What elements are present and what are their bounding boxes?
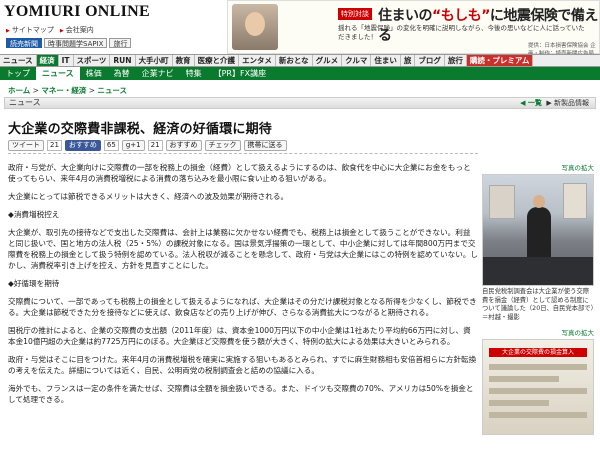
nav-gourmet[interactable]: グルメ bbox=[313, 55, 343, 66]
breadcrumb-money[interactable]: マネー・経済 bbox=[41, 86, 86, 95]
article-title: 大企業の交際費非課税、経済の好循環に期待 bbox=[8, 122, 273, 137]
nav-entame[interactable]: エンタメ bbox=[239, 55, 276, 66]
nav-news[interactable]: ニュース bbox=[0, 55, 37, 66]
infographic-row bbox=[489, 400, 549, 406]
paragraph: 政府・与党はそこに目をつけた。来年4月の消費税増税を確実に実施する狙いもあるとみ… bbox=[8, 355, 477, 375]
subheading: ◆好循環を期待 bbox=[8, 279, 60, 288]
yomiuri-shimbun-button[interactable]: 読売新聞 bbox=[6, 38, 42, 48]
nav-run[interactable]: RUN bbox=[110, 55, 136, 66]
site-logo[interactable]: YOMIURI ONLINE bbox=[4, 3, 150, 21]
sapix-button[interactable]: 時事問題学SAPIX bbox=[44, 38, 108, 48]
nav-blog[interactable]: ブログ bbox=[415, 55, 445, 66]
nav-housing[interactable]: 住まい bbox=[371, 55, 401, 66]
enlarge-photo-link[interactable]: 写真の拡大 bbox=[482, 162, 595, 172]
subnav-fx[interactable]: 為替 bbox=[108, 67, 136, 80]
section-label: ニュース bbox=[9, 98, 41, 107]
enlarge-chart-link[interactable]: 写真の拡大 bbox=[482, 327, 595, 337]
nav-ryoko[interactable]: 旅行 bbox=[445, 55, 467, 66]
subnav-fx-course[interactable]: 【PR】FX講座 bbox=[208, 67, 272, 80]
company-link[interactable]: 会社案内 bbox=[60, 25, 94, 35]
gplus-count: 21 bbox=[147, 140, 163, 151]
ad-subtext: 揺れる「地震保険」の変化を明確に説明しながら、今後の思いなどに人に話っていただき… bbox=[338, 24, 585, 41]
header-links: サイトマップ 会社案内 bbox=[6, 25, 94, 35]
nav-premium[interactable]: 購読・プレミアム bbox=[466, 55, 534, 66]
subnav-news[interactable]: ニュース bbox=[36, 67, 80, 80]
photo-caption: 自民党税制調査会は大企業が使う交際費を損金（経費）として認める制度について議論し… bbox=[482, 288, 594, 321]
subheading: ◆消費増税控え bbox=[8, 210, 60, 219]
main-nav: ニュース 経済 IT スポーツ RUN 大手小町 教育 医療と介護 エンタメ 新… bbox=[0, 54, 600, 67]
list-link[interactable]: ◀ 一覧 bbox=[520, 99, 542, 107]
send-mobile-button[interactable]: 携帯に送る bbox=[243, 140, 287, 151]
nav-economy[interactable]: 経済 bbox=[36, 55, 59, 66]
paragraph: 交際費について、一部であっても税務上の損金として扱えるようになれば、大企業はその… bbox=[8, 297, 477, 317]
infographic-row bbox=[489, 376, 559, 382]
photo-poster bbox=[489, 185, 515, 219]
infographic-row bbox=[489, 412, 587, 418]
breadcrumb: ホーム > マネー・経済 > ニュース bbox=[8, 86, 128, 95]
nav-car[interactable]: クルマ bbox=[342, 55, 372, 66]
paragraph: 国税庁の推計によると、企業の交際費の支出額（2011年度）は、資本金1000万円… bbox=[8, 326, 471, 346]
header-mini-buttons: 読売新聞 時事問題学SAPIX 旅行 bbox=[6, 38, 132, 48]
section-nav: ◀ 一覧 ▶ 新製品情報 bbox=[520, 98, 589, 108]
infographic-title: 大企業の交際費の損金算入 bbox=[489, 348, 587, 357]
check-button[interactable]: チェック bbox=[204, 140, 241, 151]
nav-otona[interactable]: 新おとな bbox=[276, 55, 313, 66]
photo-person bbox=[527, 195, 551, 257]
ad-banner[interactable]: 特別対談 住まいの“もしも”に地震保険で備える 揺れる「地震保険」の変化を明確に… bbox=[227, 0, 600, 57]
nav-tabi[interactable]: 旅 bbox=[401, 55, 416, 66]
ad-tag: 特別対談 bbox=[338, 8, 372, 20]
tweet-count: 21 bbox=[47, 140, 62, 151]
facebook-count: 65 bbox=[103, 140, 119, 151]
subnav-stocks[interactable]: 株価 bbox=[80, 67, 108, 80]
infographic-row bbox=[489, 388, 587, 394]
breadcrumb-news[interactable]: ニュース bbox=[97, 86, 127, 95]
travel-button[interactable]: 旅行 bbox=[109, 38, 132, 48]
nav-it[interactable]: IT bbox=[59, 55, 74, 66]
subnav-company[interactable]: 企業ナビ bbox=[136, 67, 180, 80]
sub-nav: トップ ニュース 株価 為替 企業ナビ 特集 【PR】FX講座 bbox=[0, 67, 600, 80]
next-link[interactable]: ▶ 新製品情報 bbox=[546, 99, 589, 107]
nav-medical[interactable]: 医療と介護 bbox=[195, 55, 240, 66]
section-bar: ニュース ◀ 一覧 ▶ 新製品情報 bbox=[4, 97, 596, 109]
photo-table bbox=[483, 257, 593, 285]
nav-sports[interactable]: スポーツ bbox=[74, 55, 111, 66]
infographic-row bbox=[489, 364, 587, 370]
ad-portrait bbox=[232, 4, 278, 50]
article-body: 政府・与党が、大企業向けに交際費の一部を税務上の損金（経費）として扱えるようにす… bbox=[8, 162, 478, 412]
social-buttons: ツイート 21 おすすめ 65 g+1 21 おすすめ チェック 携帯に送る bbox=[8, 140, 287, 151]
gplus-button[interactable]: g+1 bbox=[121, 140, 145, 151]
paragraph: 政府・与党が、大企業向けに交際費の一部を税務上の損金（経費）として扱えるようにす… bbox=[8, 163, 471, 183]
paragraph: 海外でも、フランスは一定の条件を満たせば、交際費は全額を損金扱いできる。また、ド… bbox=[8, 384, 474, 404]
facebook-like-button[interactable]: おすすめ bbox=[64, 140, 101, 151]
nav-komachi[interactable]: 大手小町 bbox=[136, 55, 173, 66]
sitemap-link[interactable]: サイトマップ bbox=[6, 25, 54, 35]
breadcrumb-home[interactable]: ホーム bbox=[8, 86, 30, 95]
nav-education[interactable]: 教育 bbox=[173, 55, 195, 66]
mixi-button[interactable]: おすすめ bbox=[165, 140, 202, 151]
subnav-feature[interactable]: 特集 bbox=[180, 67, 208, 80]
news-photo[interactable] bbox=[482, 174, 594, 286]
paragraph: 大企業が、取引先の接待などで支出した交際費は、会計上は業務に欠かせない経費でも、… bbox=[8, 228, 478, 270]
divider bbox=[8, 153, 478, 154]
subnav-top[interactable]: トップ bbox=[0, 67, 36, 80]
paragraph: 大企業にとっては節税できるメリットは大きく、経済への波及効果が期待される。 bbox=[8, 192, 289, 201]
infographic[interactable]: 大企業の交際費の損金算入 bbox=[482, 339, 594, 435]
photo-poster bbox=[563, 183, 587, 219]
tweet-button[interactable]: ツイート bbox=[8, 140, 44, 151]
photo-sidebar: 写真の拡大 自民党税制調査会は大企業が使う交際費を損金（経費）として認める制度に… bbox=[482, 162, 594, 435]
